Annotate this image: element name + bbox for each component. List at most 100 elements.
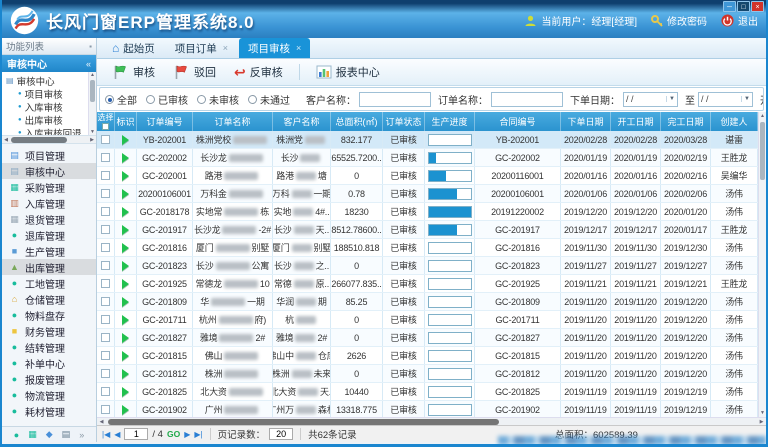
sidebar-item-2[interactable]: ▦采购管理: [2, 179, 96, 195]
row-checkbox[interactable]: [101, 315, 110, 324]
row-checkbox[interactable]: [101, 153, 110, 162]
table-row[interactable]: GC-201902广州广州万森林13318.775已审核GC-201902201…: [97, 401, 758, 417]
select-all-checkbox[interactable]: [102, 123, 109, 130]
row-checkbox[interactable]: [101, 297, 110, 306]
filter-radio-3[interactable]: 未通过: [248, 92, 290, 107]
more-icon[interactable]: »: [79, 430, 84, 440]
scroll-up-icon[interactable]: ▲: [760, 113, 765, 119]
sidebar-item-16[interactable]: ●耗材管理: [2, 403, 96, 419]
tree-vertical-scrollbar[interactable]: ▲▼: [88, 72, 96, 135]
table-row[interactable]: GC-202001路港路港塘0已审核202001160012020/01/162…: [97, 167, 758, 185]
table-row[interactable]: GC-201812株洲株洲未来0已审核GC-2018122019/11/2020…: [97, 365, 758, 383]
sidebar-item-4[interactable]: ▦退货管理: [2, 211, 96, 227]
scrollbar-thumb[interactable]: [760, 122, 765, 180]
scroll-down-icon[interactable]: ▼: [90, 129, 95, 135]
change-password-button[interactable]: 修改密码: [651, 13, 707, 28]
table-row[interactable]: GC-201809华一期华润期85.25已审核GC-2018092019/11/…: [97, 293, 758, 311]
column-header-contract[interactable]: 合同编号: [475, 112, 561, 131]
page-size-input[interactable]: [269, 428, 293, 440]
tab-close-icon[interactable]: ×: [223, 43, 228, 53]
report-center-button[interactable]: 报表中心: [309, 62, 387, 82]
table-row[interactable]: GC-201917长沙龙-2#长沙天..8512.78600..已审核GC-20…: [97, 221, 758, 239]
table-row[interactable]: GC-201816厦门别墅厦门别墅188510.818已审核GC-2018162…: [97, 239, 758, 257]
column-header-start-date[interactable]: 开工日期: [611, 112, 661, 131]
grid-horizontal-scrollbar[interactable]: ◀ ▶: [97, 417, 766, 425]
scroll-down-icon[interactable]: ▼: [760, 410, 765, 416]
audit-center-section-bar[interactable]: 审核中心 «: [2, 55, 96, 72]
tree-item-2[interactable]: ●出库审核: [6, 113, 87, 126]
table-row[interactable]: GC-2018178实地常栋实地4#..18230已审核201912200022…: [97, 203, 758, 221]
column-header-flag[interactable]: 标识: [115, 112, 137, 131]
first-page-button[interactable]: |◀: [102, 430, 110, 439]
doc-icon[interactable]: ▤: [62, 429, 71, 440]
column-header-status[interactable]: 订单状态: [383, 112, 425, 131]
filter-radio-0[interactable]: 全部: [105, 92, 137, 107]
scroll-left-icon[interactable]: ◀: [97, 419, 106, 425]
sidebar-item-8[interactable]: ●工地管理: [2, 275, 96, 291]
table-row[interactable]: GC-201711杭州府)杭0已审核GC-2017112019/11/20201…: [97, 311, 758, 329]
table-row[interactable]: 20200106001万科金万科一期0.78已审核202001060012020…: [97, 185, 758, 203]
column-header-customer[interactable]: 客户名称: [273, 112, 331, 131]
scrollbar-thumb[interactable]: [108, 419, 499, 425]
row-checkbox[interactable]: [101, 225, 110, 234]
dot-icon[interactable]: ●: [14, 430, 19, 440]
row-checkbox[interactable]: [101, 207, 110, 216]
sidebar-item-9[interactable]: ⌂仓储管理: [2, 291, 96, 307]
tab-2[interactable]: 项目审核×: [239, 38, 310, 58]
tab-0[interactable]: ⌂起始页: [103, 38, 164, 58]
row-checkbox[interactable]: [101, 135, 110, 144]
column-header-order-name[interactable]: 订单名称: [193, 112, 273, 131]
column-header-finish-date[interactable]: 完工日期: [661, 112, 711, 131]
filter-radio-1[interactable]: 已审核: [146, 92, 188, 107]
last-page-button[interactable]: ▶|: [194, 430, 202, 439]
sidebar-item-5[interactable]: ●退库管理: [2, 227, 96, 243]
table-row[interactable]: GC-201925常德龙10常德原..266077.835..已审核GC-201…: [97, 275, 758, 293]
column-header-area[interactable]: 总面积(㎡): [331, 112, 383, 131]
row-checkbox[interactable]: [101, 369, 110, 378]
dropdown-arrow-icon[interactable]: ▼: [741, 96, 750, 102]
table-row[interactable]: GC-202002长沙龙长沙65525.7200..已审核GC-20200220…: [97, 149, 758, 167]
pin-icon[interactable]: ▪: [89, 42, 92, 51]
tab-1[interactable]: 项目订单×: [166, 38, 237, 58]
cart-icon[interactable]: ▦: [28, 429, 37, 440]
scroll-right-icon[interactable]: ▶: [88, 137, 96, 143]
next-page-button[interactable]: ▶: [184, 430, 190, 439]
order-name-input[interactable]: [491, 92, 563, 107]
page-input[interactable]: [124, 428, 148, 440]
row-checkbox[interactable]: [101, 333, 110, 342]
scrollbar-thumb[interactable]: [90, 80, 95, 102]
tree-horizontal-scrollbar[interactable]: ◀ ▶: [2, 136, 96, 144]
table-row[interactable]: GC-201827雅境2#雅境2#0已审核GC-2018272019/11/20…: [97, 329, 758, 347]
row-checkbox[interactable]: [101, 351, 110, 360]
sidebar-item-1[interactable]: ▤审核中心: [2, 163, 96, 179]
column-header-progress[interactable]: 生产进度: [425, 112, 475, 131]
date-input-1[interactable]: / /▼: [698, 92, 753, 107]
column-header-order-date[interactable]: 下单日期: [561, 112, 611, 131]
row-checkbox[interactable]: [101, 387, 110, 396]
reject-button[interactable]: 驳回: [166, 62, 223, 82]
prev-page-button[interactable]: ◀: [114, 430, 120, 439]
logout-button[interactable]: 退出: [721, 13, 758, 28]
sidebar-item-7[interactable]: ▲出库管理: [2, 259, 96, 275]
sidebar-item-14[interactable]: ●报废管理: [2, 371, 96, 387]
sidebar-item-10[interactable]: ●物料盘存: [2, 307, 96, 323]
sidebar-item-6[interactable]: ■生产管理: [2, 243, 96, 259]
filter-radio-2[interactable]: 未审核: [197, 92, 239, 107]
date-input-0[interactable]: / /▼: [623, 92, 678, 107]
table-row[interactable]: GC-201825北大资北大资天..10440已审核GC-2018252019/…: [97, 383, 758, 401]
sidebar-item-13[interactable]: ●补单中心: [2, 355, 96, 371]
table-row[interactable]: YB-202001株洲党校株洲党832.177已审核YB-2020012020/…: [97, 131, 758, 149]
unaudit-button[interactable]: ↩反审核: [227, 62, 290, 82]
go-button[interactable]: GO: [167, 429, 180, 439]
dropdown-arrow-icon[interactable]: ▼: [666, 96, 675, 102]
tree-item-0[interactable]: ●项目审核: [6, 87, 87, 100]
row-checkbox[interactable]: [101, 279, 110, 288]
row-checkbox[interactable]: [101, 243, 110, 252]
row-checkbox[interactable]: [101, 171, 110, 180]
sidebar-item-11[interactable]: ■财务管理: [2, 323, 96, 339]
table-row[interactable]: GC-201823长沙公寓长沙之..0已审核GC-2018232019/11/2…: [97, 257, 758, 275]
tab-close-icon[interactable]: ×: [296, 43, 301, 53]
scroll-right-icon[interactable]: ▶: [757, 419, 766, 425]
audit-button[interactable]: 审核: [105, 62, 162, 82]
row-checkbox[interactable]: [101, 261, 110, 270]
